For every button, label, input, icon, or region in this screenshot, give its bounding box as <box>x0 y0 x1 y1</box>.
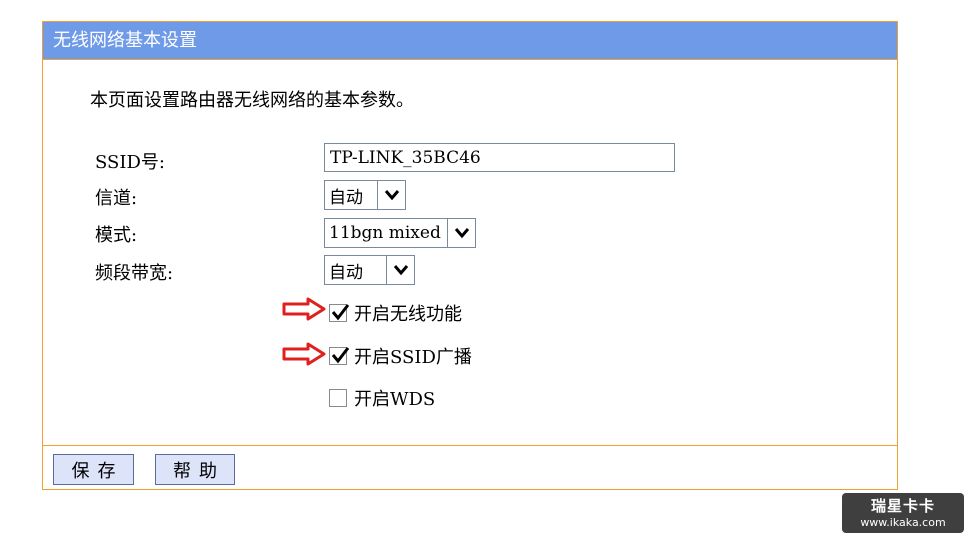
mode-label: 模式: <box>95 225 138 246</box>
bandwidth-value: 自动 <box>329 262 363 283</box>
channel-value: 自动 <box>329 187 363 208</box>
chevron-down-icon <box>447 219 475 247</box>
checkmark-icon <box>331 304 350 321</box>
button-bar: 保存 帮助 <box>43 445 897 490</box>
ssid-label: SSID号: <box>95 152 165 173</box>
red-arrow-icon <box>282 342 326 366</box>
mode-select[interactable]: 11bgn mixed <box>324 218 476 248</box>
watermark-brand: 瑞星卡卡 <box>870 497 935 515</box>
enable-ssid-broadcast-checkbox[interactable] <box>329 347 350 365</box>
channel-select[interactable]: 自动 <box>324 180 406 210</box>
chevron-down-icon <box>377 181 405 209</box>
checkmark-icon <box>331 347 350 364</box>
enable-wireless-row[interactable]: 开启无线功能 <box>329 300 462 326</box>
save-button[interactable]: 保存 <box>53 454 134 485</box>
bandwidth-label: 频段带宽: <box>95 263 174 284</box>
bandwidth-select[interactable]: 自动 <box>324 255 415 285</box>
wireless-settings-panel: 无线网络基本设置 本页面设置路由器无线网络的基本参数。 SSID号: 信道: 自… <box>42 21 898 490</box>
channel-label: 信道: <box>95 188 138 209</box>
intro-text: 本页面设置路由器无线网络的基本参数。 <box>90 90 414 111</box>
red-arrow-icon <box>282 297 326 321</box>
enable-wds-checkbox[interactable] <box>329 389 347 407</box>
watermark-url: www.ikaka.com <box>860 516 946 529</box>
help-button[interactable]: 帮助 <box>155 454 235 485</box>
enable-wireless-checkbox[interactable] <box>329 304 350 322</box>
ssid-input[interactable] <box>324 143 675 172</box>
enable-ssid-broadcast-row[interactable]: 开启SSID广播 <box>329 343 472 369</box>
watermark-logo: 瑞星卡卡 www.ikaka.com <box>842 493 964 533</box>
enable-wireless-label: 开启无线功能 <box>354 304 462 325</box>
mode-value: 11bgn mixed <box>329 223 441 243</box>
enable-ssid-broadcast-label: 开启SSID广播 <box>354 347 472 368</box>
enable-wds-label: 开启WDS <box>354 389 436 410</box>
chevron-down-icon <box>386 256 414 284</box>
panel-title: 无线网络基本设置 <box>43 22 897 60</box>
enable-wds-row[interactable]: 开启WDS <box>329 385 435 411</box>
